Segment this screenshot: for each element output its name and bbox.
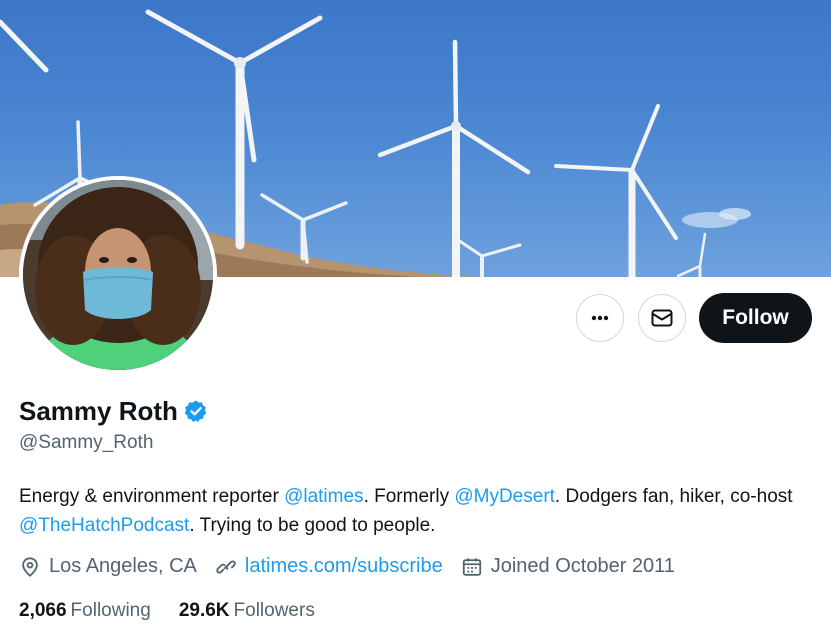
more-dots-icon	[591, 315, 609, 321]
profile-meta-row: Los Angeles, CA latimes.com/subscribe Jo…	[19, 555, 693, 578]
verified-badge-icon[interactable]	[184, 399, 208, 423]
following-count: 2,066	[19, 600, 67, 621]
more-options-button[interactable]	[576, 294, 624, 342]
bio-text: . Formerly	[363, 486, 455, 507]
bio-mention-latimes[interactable]: @latimes	[284, 486, 363, 507]
location-pin-icon	[22, 556, 38, 577]
follow-button[interactable]: Follow	[699, 293, 812, 343]
profile-joined-date: Joined October 2011	[461, 555, 675, 578]
bio-mention-mydesert[interactable]: @MyDesert	[454, 486, 555, 507]
profile-name-row: Sammy Roth	[19, 395, 208, 427]
bio-text: . Trying to be good to people.	[189, 515, 436, 536]
message-button[interactable]	[638, 294, 686, 342]
following-link[interactable]: 2,066 Following	[19, 600, 151, 622]
profile-website: latimes.com/subscribe	[215, 555, 443, 578]
bio-mention-thehatchpodcast[interactable]: @TheHatchPodcast	[19, 515, 189, 536]
profile-page: Follow Sammy Roth @Sammy_Roth Energy & e…	[0, 0, 831, 639]
followers-label: Followers	[233, 600, 315, 621]
mail-icon	[651, 309, 673, 327]
followers-link[interactable]: 29.6K Followers	[179, 600, 315, 622]
followers-count: 29.6K	[178, 600, 230, 621]
profile-location: Los Angeles, CA	[19, 555, 197, 578]
joined-text: Joined October 2011	[490, 555, 675, 577]
following-label: Following	[70, 600, 151, 621]
calendar-icon	[462, 557, 481, 576]
display-name: Sammy Roth	[19, 396, 178, 426]
profile-bio: Energy & environment reporter @latimes. …	[19, 482, 819, 540]
website-link[interactable]: latimes.com/subscribe	[245, 555, 443, 578]
profile-avatar[interactable]	[19, 176, 217, 374]
location-text: Los Angeles, CA	[49, 555, 197, 577]
bio-text: Energy & environment reporter	[19, 486, 285, 507]
profile-handle: @Sammy_Roth	[19, 432, 154, 453]
bio-text: . Dodgers fan, hiker, co-host	[554, 486, 793, 507]
avatar-photo	[23, 180, 213, 370]
link-icon	[216, 559, 236, 574]
profile-stats: 2,066 Following 29.6K Followers	[19, 600, 343, 622]
follow-button-label: Follow	[722, 306, 789, 329]
